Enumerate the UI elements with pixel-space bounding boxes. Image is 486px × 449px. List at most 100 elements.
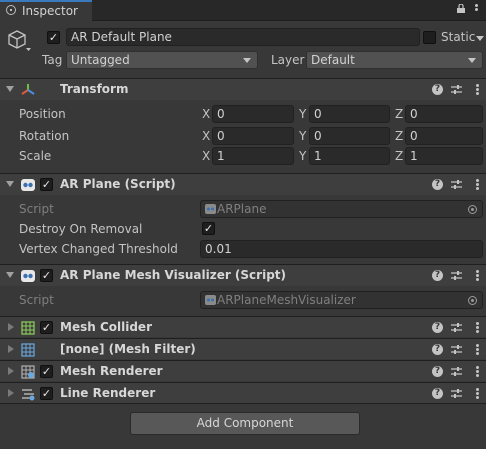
rotation-z-field[interactable]: 0 [405,127,483,145]
script-label: Script [19,202,54,216]
position-z-field[interactable]: 0 [405,105,483,123]
destroy-on-removal-label: Destroy On Removal [19,222,143,236]
more-options-icon[interactable] [476,388,479,399]
mesh-visualizer-header[interactable]: ✓ AR Plane Mesh Visualizer (Script) ? [0,264,486,286]
line-renderer-icon [22,389,35,401]
axis-z-label[interactable]: Z [395,129,403,143]
mesh-renderer-header[interactable]: ✓ Mesh Renderer ? [0,360,486,381]
object-picker-icon[interactable] [468,205,477,214]
tab-menu-icon[interactable] [472,4,480,14]
object-picker-icon[interactable] [468,296,477,305]
mesh-collider-title: Mesh Collider [60,320,152,334]
transform-header[interactable]: Transform ? [0,78,486,100]
static-dropdown-icon[interactable] [476,36,484,42]
vertex-threshold-field[interactable]: 0.01 [200,240,483,258]
gameobject-cube-icon[interactable] [6,28,32,54]
scale-label: Scale [19,149,52,163]
foldout-arrow-icon[interactable] [6,86,14,92]
help-icon[interactable]: ? [432,179,443,190]
rotation-x-field[interactable]: 0 [212,127,294,145]
inspector-icon [6,5,16,15]
scale-x-field[interactable]: 1 [212,147,294,165]
line-renderer-header[interactable]: ✓ Line Renderer ? [0,382,486,403]
mesh-collider-enabled-checkbox[interactable]: ✓ [40,321,53,334]
line-renderer-enabled-checkbox[interactable]: ✓ [40,387,53,400]
axis-y-label[interactable]: Y [299,129,306,143]
add-component-button[interactable]: Add Component [130,412,360,435]
gameobject-name-field[interactable]: AR Default Plane [66,28,420,46]
scale-y-field[interactable]: 1 [309,147,390,165]
foldout-arrow-icon[interactable] [8,345,14,353]
more-options-icon[interactable] [476,270,479,281]
more-options-icon[interactable] [476,366,479,377]
more-options-icon[interactable] [476,84,479,95]
ar-plane-script-field[interactable]: ARPlane [200,200,483,218]
tag-label: Tag [42,53,63,67]
ar-plane-enabled-checkbox[interactable]: ✓ [40,178,53,191]
active-checkbox[interactable]: ✓ [47,31,60,44]
preset-icon[interactable] [451,84,462,95]
layer-dropdown[interactable]: Default [306,51,483,69]
mesh-renderer-enabled-checkbox[interactable]: ✓ [40,365,53,378]
foldout-arrow-icon[interactable] [8,323,14,331]
preset-icon[interactable] [451,179,462,190]
position-label: Position [19,107,66,121]
tag-dropdown[interactable]: Untagged [66,51,258,69]
help-icon[interactable]: ? [432,344,443,355]
position-y-field[interactable]: 0 [309,105,390,123]
mesh-visualizer-script-value: ARPlaneMeshVisualizer [217,293,356,307]
lock-icon[interactable] [456,4,466,13]
axis-x-label[interactable]: X [202,129,210,143]
mesh-visualizer-script-field[interactable]: ARPlaneMeshVisualizer [200,291,483,309]
scale-z-field[interactable]: 1 [405,147,483,165]
axis-y-label[interactable]: Y [299,107,306,121]
ar-plane-script-value: ARPlane [217,202,267,216]
foldout-arrow-icon[interactable] [6,272,14,278]
mesh-renderer-title: Mesh Renderer [60,364,163,378]
static-label: Static [441,30,476,44]
tag-value: Untagged [71,53,130,67]
preset-icon[interactable] [451,270,462,281]
transform-icon [21,84,35,95]
axis-z-label[interactable]: Z [395,149,403,163]
destroy-on-removal-checkbox[interactable]: ✓ [202,222,215,235]
line-renderer-title: Line Renderer [60,386,156,400]
ar-plane-header[interactable]: ✓ AR Plane (Script) ? [0,173,486,195]
preset-icon[interactable] [451,322,462,333]
static-checkbox[interactable] [423,31,436,44]
axis-z-label[interactable]: Z [395,107,403,121]
foldout-arrow-icon[interactable] [6,181,14,187]
layer-label: Layer [271,53,305,67]
more-options-icon[interactable] [476,344,479,355]
mesh-filter-header[interactable]: [none] (Mesh Filter) ? [0,338,486,359]
help-icon[interactable]: ? [432,322,443,333]
axis-y-label[interactable]: Y [299,149,306,163]
mesh-visualizer-title: AR Plane Mesh Visualizer (Script) [60,268,287,282]
foldout-arrow-icon[interactable] [8,367,14,375]
help-icon[interactable]: ? [432,366,443,377]
more-options-icon[interactable] [476,322,479,333]
rotation-y-field[interactable]: 0 [309,127,390,145]
tab-label: Inspector [22,4,78,18]
layer-value: Default [311,53,355,67]
tab-inspector[interactable]: Inspector [0,0,92,21]
help-icon[interactable]: ? [432,84,443,95]
preset-icon[interactable] [451,388,462,399]
mesh-visualizer-enabled-checkbox[interactable]: ✓ [40,269,53,282]
mesh-collider-header[interactable]: ✓ Mesh Collider ? [0,316,486,337]
mesh-filter-icon [21,343,35,357]
chevron-down-icon [243,58,251,63]
foldout-arrow-icon[interactable] [8,389,14,397]
axis-x-label[interactable]: X [202,149,210,163]
mesh-renderer-icon [21,365,35,379]
chevron-down-icon [468,58,476,63]
position-x-field[interactable]: 0 [212,105,294,123]
help-icon[interactable]: ? [432,388,443,399]
more-options-icon[interactable] [476,179,479,190]
preset-icon[interactable] [451,366,462,377]
help-icon[interactable]: ? [432,270,443,281]
preset-icon[interactable] [451,344,462,355]
tab-bar: Inspector [0,0,486,21]
axis-x-label[interactable]: X [202,107,210,121]
script-label: Script [19,293,54,307]
